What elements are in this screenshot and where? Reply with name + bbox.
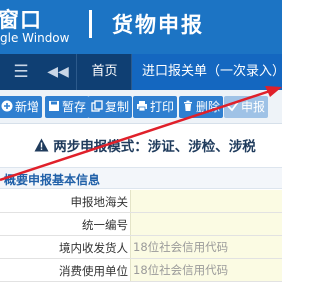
plus-icon (1, 100, 13, 112)
save-draft-button[interactable]: 暂存 (45, 96, 90, 118)
tab-divider (76, 54, 77, 90)
unified-number-input[interactable] (130, 213, 282, 235)
form-row-customs: 申报地海关 (0, 190, 282, 213)
declare-button[interactable]: 申报 (224, 96, 269, 118)
tab-home[interactable]: 首页 (78, 54, 132, 90)
tab-import-declaration[interactable]: 进口报关单（一次录入） (132, 54, 282, 90)
print-icon (137, 101, 147, 112)
declare-icon (227, 101, 239, 112)
add-button[interactable]: 新增 (0, 96, 43, 118)
field-label-consignee: 境内收发货人 (59, 241, 128, 255)
toolbar: 新增 暂存 复制 打印 删除 申报 (0, 90, 282, 124)
section-title: 概要申报基本信息 (4, 173, 101, 187)
field-label-customs: 申报地海关 (70, 195, 129, 209)
declare-label: 申报 (241, 100, 266, 114)
form-row-consignee: 境内收发货人 18位社会信用代码 (0, 236, 282, 259)
consignee-input[interactable]: 18位社会信用代码 (130, 236, 282, 258)
save-icon (49, 101, 59, 111)
customs-input[interactable] (130, 190, 282, 212)
warning-icon (34, 138, 49, 152)
delete-label: 删除 (196, 100, 221, 114)
form-row-unified-number: 统一编号 (0, 213, 282, 236)
trash-icon (184, 100, 192, 111)
consumer-input[interactable]: 18位社会信用代码 (130, 259, 282, 281)
section-header: 概要申报基本信息 (0, 167, 282, 189)
brand-name-cn: 窗口 (0, 8, 42, 32)
page-title: 货物申报 (112, 13, 204, 37)
print-button[interactable]: 打印 (133, 96, 178, 118)
copy-icon (91, 100, 103, 112)
notice-text: 两步申报模式：涉证、涉检、涉税 (53, 139, 256, 155)
form-row-consumer: 消费使用单位 18位社会信用代码 (0, 259, 282, 282)
header-divider (89, 10, 92, 38)
app-header: 窗口 gle Window 货物申报 (0, 0, 282, 54)
two-step-notice: 两步申报模式：涉证、涉检、涉税 (0, 128, 282, 162)
copy-label: 复制 (105, 100, 130, 114)
field-label-unified-number: 统一编号 (82, 218, 128, 232)
tab-strip: ☰ ◀◀ 首页 进口报关单（一次录入） (0, 54, 282, 90)
field-label-consumer: 消费使用单位 (59, 264, 128, 278)
copy-button[interactable]: 复制 (88, 96, 133, 118)
double-chevron-left-icon[interactable]: ◀◀ (44, 54, 72, 90)
save-draft-label: 暂存 (62, 100, 87, 114)
delete-button[interactable]: 删除 (179, 96, 224, 118)
add-button-label: 新增 (15, 100, 40, 114)
print-label: 打印 (150, 100, 175, 114)
brand-name-en: gle Window (0, 31, 70, 45)
hamburger-icon[interactable]: ☰ (6, 54, 36, 90)
